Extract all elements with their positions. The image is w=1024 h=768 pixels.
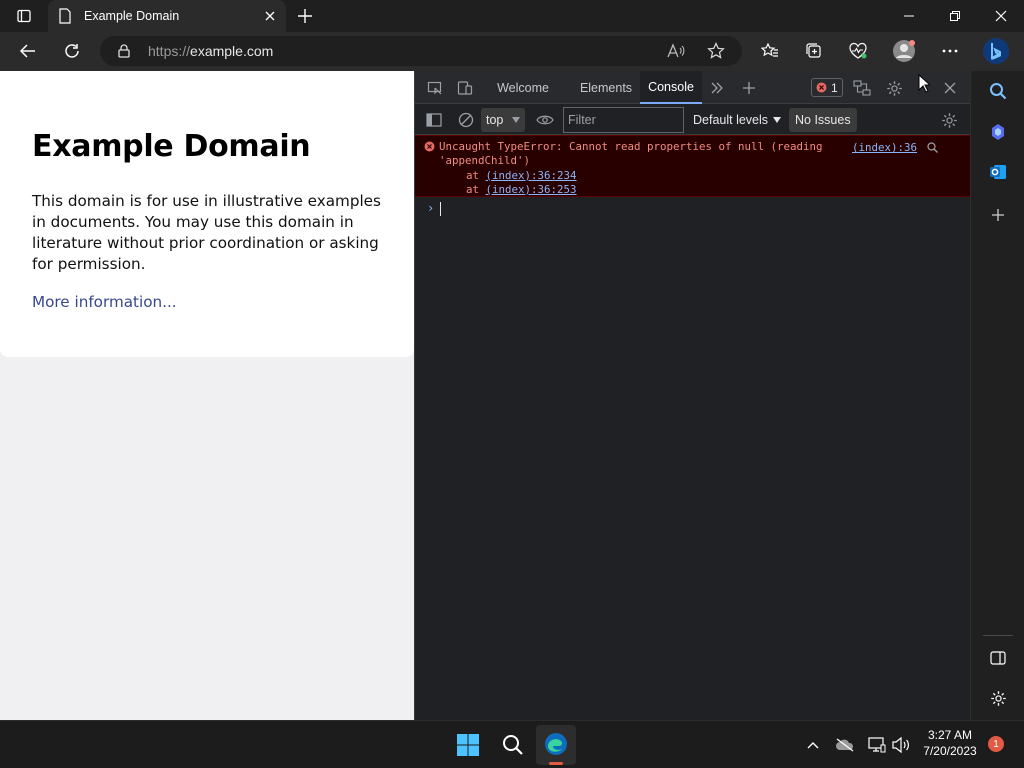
stack-frame-link[interactable]: (index):36:234 [486, 169, 577, 182]
title-bar: Example Domain [0, 0, 1024, 32]
restore-button[interactable] [939, 0, 971, 32]
error-count-badge[interactable]: 1 [811, 78, 843, 97]
new-tab-button[interactable] [289, 0, 321, 32]
sidebar-settings-gear-icon[interactable] [982, 682, 1014, 714]
source-location-link[interactable]: (index):36 [852, 141, 917, 155]
dropdown-arrow-icon [512, 117, 520, 123]
live-expression-eye-icon[interactable] [529, 104, 561, 136]
error-line-1: Uncaught TypeError: Cannot read properti… [439, 140, 823, 153]
tab-welcome[interactable]: Welcome [487, 71, 559, 104]
tab-console[interactable]: Console [640, 71, 702, 104]
page-viewport: Example Domain This domain is for use in… [0, 71, 414, 720]
notification-badge[interactable]: 1 [988, 736, 1004, 752]
mouse-cursor-icon [918, 74, 930, 93]
devtools-panel: Welcome Elements Console 1 top Filter De… [414, 71, 971, 720]
console-error-message: Uncaught TypeError: Cannot read properti… [415, 135, 971, 197]
start-windows-icon[interactable] [452, 729, 484, 761]
devtools-tab-bar: Welcome Elements Console 1 [415, 71, 971, 104]
error-text: Uncaught TypeError: Cannot read properti… [439, 140, 839, 197]
search-icon[interactable] [927, 142, 938, 153]
context-select[interactable]: top [481, 108, 525, 132]
tab-elements[interactable]: Elements [571, 71, 641, 104]
devtools-settings-gear-icon[interactable] [878, 72, 910, 104]
sidebar-divider [983, 635, 1013, 636]
clear-console-icon[interactable] [450, 104, 482, 136]
sidebar-search-icon[interactable] [982, 75, 1014, 107]
hide-sidebar-icon[interactable] [982, 642, 1014, 674]
error-count: 1 [831, 80, 838, 95]
close-tab-icon[interactable] [264, 10, 276, 22]
onedrive-offline-icon[interactable] [829, 729, 861, 761]
console-toolbar: top Filter Default levels No Issues [415, 105, 971, 135]
stack-frame-link[interactable]: (index):36:253 [486, 183, 577, 196]
console-filter-input[interactable]: Filter [563, 107, 684, 133]
profile-avatar[interactable] [888, 35, 920, 67]
console-settings-gear-icon[interactable] [933, 104, 965, 136]
error-icon [816, 82, 827, 93]
read-aloud-icon[interactable] [667, 43, 685, 59]
device-emulation-icon[interactable] [449, 72, 481, 104]
back-button[interactable] [12, 35, 44, 67]
volume-icon[interactable] [885, 729, 917, 761]
clock-date: 7/20/2023 [923, 744, 977, 758]
windows-taskbar [0, 720, 1024, 768]
error-icon [424, 141, 435, 152]
console-prompt-chevron-icon: › [427, 201, 435, 215]
edge-sidebar [970, 71, 1024, 720]
url-protocol: https:// [148, 43, 191, 59]
refresh-button[interactable] [56, 35, 88, 67]
more-information-link[interactable]: More information... [32, 293, 382, 311]
url-host: example.com [190, 43, 274, 59]
close-devtools-icon[interactable] [934, 72, 966, 104]
stack-at-label: at [466, 182, 480, 196]
taskbar-clock[interactable]: 3:27 AM 7/20/2023 [918, 727, 982, 759]
levels-label: Default levels [693, 113, 769, 127]
browser-tab[interactable]: Example Domain [48, 0, 286, 32]
error-line-2: 'appendChild') [439, 154, 531, 168]
page-icon [59, 8, 71, 24]
sidebar-outlook-icon[interactable] [982, 156, 1014, 188]
favorite-star-icon[interactable] [707, 42, 725, 60]
browser-essentials-icon[interactable] [842, 35, 874, 67]
close-window-button[interactable] [985, 0, 1017, 32]
bing-copilot-icon[interactable] [980, 35, 1012, 67]
minimize-button[interactable] [893, 0, 925, 32]
taskbar-search-icon[interactable] [497, 729, 529, 761]
tab-actions-icon[interactable] [8, 0, 40, 32]
lock-icon[interactable] [118, 44, 130, 58]
address-bar[interactable]: https://example.com [100, 36, 742, 66]
show-hidden-icons-chevron-icon[interactable] [797, 729, 829, 761]
show-sidebar-icon[interactable] [418, 104, 450, 136]
default-levels-dropdown[interactable]: Default levels [693, 107, 782, 133]
tab-title: Example Domain [84, 9, 180, 23]
console-input-caret[interactable] [440, 202, 441, 216]
more-menu-icon[interactable] [934, 35, 966, 67]
stack-at-label: at [466, 168, 480, 182]
clock-time: 3:27 AM [927, 728, 973, 742]
collections-icon[interactable] [798, 35, 830, 67]
network-connections-icon[interactable] [846, 72, 878, 104]
sidebar-add-icon[interactable] [982, 199, 1014, 231]
inspect-element-icon[interactable] [419, 72, 451, 104]
content-card: Example Domain This domain is for use in… [0, 71, 414, 357]
edge-browser-icon [545, 733, 567, 755]
add-tool-icon[interactable] [733, 72, 765, 104]
more-tabs-chevron-icon[interactable] [701, 72, 733, 104]
page-heading: Example Domain [32, 129, 311, 164]
issues-button[interactable]: No Issues [789, 108, 857, 132]
dropdown-arrow-icon [773, 117, 782, 123]
context-value: top [486, 113, 504, 127]
taskbar-edge-button[interactable] [536, 725, 576, 765]
page-paragraph: This domain is for use in illustrative e… [32, 192, 381, 273]
favorites-icon[interactable] [754, 35, 786, 67]
sidebar-copilot-icon[interactable] [982, 116, 1014, 148]
